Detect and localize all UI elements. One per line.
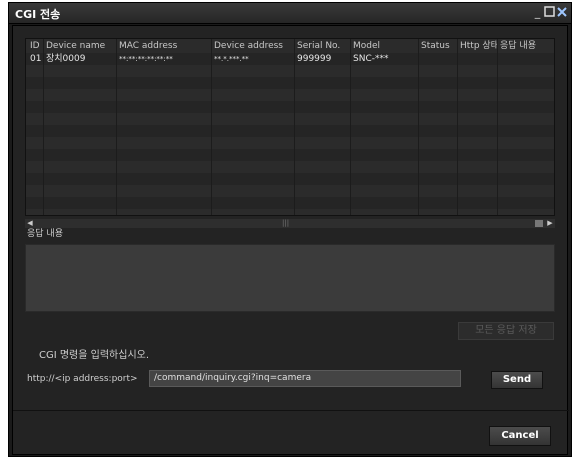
cell-mac-address: **:**:**:**:**:** (119, 55, 173, 63)
scroll-right-icon[interactable]: ▶ (545, 219, 555, 228)
column-divider (457, 39, 458, 215)
row-stripe (26, 137, 554, 149)
row-stripe (26, 197, 554, 209)
column-header-status[interactable]: Status (419, 40, 457, 53)
divider (13, 410, 569, 411)
row-stripe (26, 113, 554, 125)
device-table: ID Device name MAC address Device addres… (25, 38, 555, 216)
column-divider (294, 39, 295, 215)
column-header-mac-address[interactable]: MAC address (117, 40, 211, 53)
response-label: 응답 내용 (27, 229, 63, 239)
close-icon[interactable] (555, 6, 568, 19)
row-stripe (26, 89, 554, 101)
row-stripe (26, 185, 554, 197)
cell-response (498, 53, 554, 65)
scroll-thumb[interactable] (535, 220, 543, 227)
command-prompt-label: CGI 명령을 입력하십시오. (39, 350, 150, 361)
row-stripe (26, 125, 554, 137)
column-divider (43, 39, 44, 215)
dialog-body: ID Device name MAC address Device addres… (12, 25, 569, 455)
column-divider (350, 39, 351, 215)
cgi-command-input[interactable]: /command/inquiry.cgi?inq=camera (149, 370, 461, 387)
cell-device-name: 장치0009 (46, 54, 86, 64)
column-divider (211, 39, 212, 215)
column-header-response[interactable]: 응답 내용 (498, 40, 554, 53)
column-divider (497, 39, 498, 215)
cell-device-address: **.*.***.** (214, 55, 249, 63)
column-divider (418, 39, 419, 215)
cell-status (419, 53, 457, 65)
row-stripe (26, 173, 554, 185)
row-stripe (26, 77, 554, 89)
column-header-device-name[interactable]: Device name (44, 40, 116, 53)
cgi-send-dialog: CGI 전송 _ ID Device name MAC address Devi… (8, 2, 572, 457)
cell-http-status (458, 53, 497, 65)
row-stripe (26, 161, 554, 173)
column-header-device-address[interactable]: Device address (212, 40, 294, 53)
window-title: CGI 전송 (15, 8, 61, 21)
row-stripe (26, 65, 554, 77)
cancel-button[interactable]: Cancel (489, 426, 551, 446)
cell-serial-no: 999999 (297, 54, 332, 64)
title-bar: CGI 전송 _ (9, 3, 571, 24)
response-content-box[interactable] (25, 244, 555, 312)
horizontal-scrollbar[interactable]: ◀ ||| ▶ (25, 219, 555, 228)
cell-id: 01 (30, 54, 42, 64)
row-stripe (26, 149, 554, 161)
column-header-serial-no[interactable]: Serial No. (295, 40, 350, 53)
send-button[interactable]: Send (491, 371, 543, 389)
column-header-model[interactable]: Model (351, 40, 418, 53)
save-all-responses-button[interactable]: 모든 응답 저장 (458, 322, 554, 340)
scroll-grip-icon: ||| (282, 219, 290, 227)
column-divider (116, 39, 117, 215)
column-header-http-status[interactable]: Http 상태 (458, 40, 497, 53)
table-row[interactable]: 01 장치0009 **:**:**:**:**:** **.*.***.** … (26, 53, 554, 65)
url-prefix-label: http://<ip address:port> (27, 374, 138, 384)
row-stripe (26, 101, 554, 113)
column-header-id[interactable]: ID (28, 40, 43, 53)
row-stripe (26, 209, 554, 215)
cell-model: SNC-*** (353, 54, 389, 64)
